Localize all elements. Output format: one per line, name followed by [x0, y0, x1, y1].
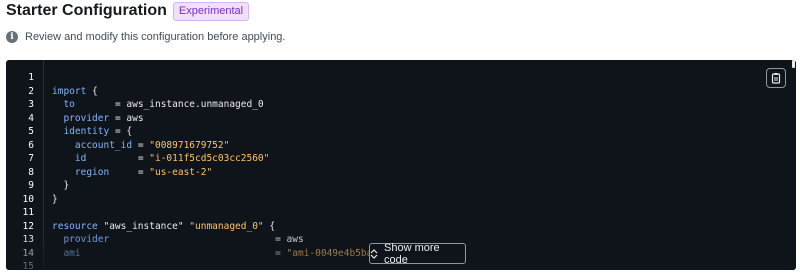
code-token: import	[52, 85, 87, 97]
code-token: {	[86, 85, 98, 97]
code-token: ami	[63, 247, 81, 259]
code-token: provider	[63, 112, 110, 124]
code-token: = aws	[109, 112, 144, 124]
line-number: 10	[22, 193, 34, 205]
code-text: }	[52, 180, 69, 191]
line-number: 11	[22, 207, 34, 219]
code-line: 5 identity = {	[6, 125, 796, 139]
code-text: }	[52, 194, 58, 205]
copy-icon	[771, 73, 781, 84]
code-line: 10}	[6, 193, 796, 207]
line-number: 15	[22, 261, 34, 270]
code-token: =	[80, 247, 287, 259]
line-number: 6	[28, 139, 34, 151]
line-number: 1	[28, 72, 34, 84]
show-more-code-button[interactable]: Show more code	[369, 241, 466, 266]
code-line: 9 }	[6, 179, 796, 193]
line-number: 14	[22, 247, 34, 259]
code-block[interactable]: 1 2 import {3 to = aws_instance.unmanaged_…	[6, 60, 796, 270]
info-message: i Review and modify this configuration b…	[6, 29, 285, 45]
code-text: ami = "ami-0049e4b5ba14b6d3e"	[52, 248, 418, 259]
code-lines: 1 2 import {3 to = aws_instance.unmanaged_…	[6, 71, 796, 270]
code-line: 6 account_id = "008971679752"	[6, 139, 796, 153]
code-token: id	[74, 153, 87, 165]
code-text: id = "i-011f5cd5c03cc2560"	[52, 153, 269, 164]
line-number: 5	[28, 126, 34, 138]
code-token: "us-east-2"	[149, 166, 213, 178]
info-icon: i	[6, 31, 18, 43]
page-title: Starter Configuration	[6, 2, 167, 19]
scrollbar-thumb[interactable]	[792, 60, 795, 68]
code-token: region	[74, 166, 110, 178]
code-line: 12 resource "aws_instance" "unmanaged_0" …	[6, 220, 796, 234]
expand-vertical-icon	[370, 248, 378, 259]
code-token: "aws_instance"	[97, 220, 190, 232]
code-line: 2 import {	[6, 85, 796, 99]
code-token: = {	[109, 126, 133, 138]
code-line: 7 id = "i-011f5cd5c03cc2560"	[6, 152, 796, 166]
code-token: "008971679752"	[149, 139, 230, 151]
experimental-badge: Experimental	[172, 1, 250, 21]
code-token: "i-011f5cd5c03cc2560"	[149, 153, 270, 165]
line-number: 12	[22, 220, 34, 232]
line-number: 13	[22, 234, 34, 246]
line-number: 3	[28, 99, 34, 111]
code-line: 1	[6, 71, 796, 85]
code-token: provider	[63, 234, 110, 246]
code-line: 4 provider = aws	[6, 112, 796, 126]
code-text: provider = aws	[52, 112, 144, 124]
code-text: region = "us-east-2"	[52, 167, 212, 178]
code-text: account_id = "008971679752"	[52, 140, 229, 151]
code-token: }	[52, 193, 58, 205]
line-number: 7	[28, 153, 34, 165]
code-token: "unmanaged_0"	[189, 220, 264, 232]
code-line: 11	[6, 206, 796, 220]
show-more-label: Show more code	[384, 241, 440, 266]
code-text: import {	[52, 86, 98, 97]
code-line: 8 region = "us-east-2"	[6, 166, 796, 180]
code-text: to = aws_instance.unmanaged_0	[52, 99, 264, 111]
info-text: Review and modify this configuration bef…	[25, 31, 286, 43]
line-number: 9	[28, 180, 34, 192]
code-token: to	[63, 99, 75, 111]
page-header: Starter Configuration Experimental	[6, 0, 250, 22]
line-number: 8	[28, 166, 34, 178]
code-line: 3 to = aws_instance.unmanaged_0	[6, 98, 796, 112]
line-number: 4	[28, 112, 34, 124]
code-token: resource	[52, 220, 98, 232]
code-text: resource "aws_instance" "unmanaged_0" {	[52, 221, 275, 232]
code-token: =	[86, 153, 150, 165]
code-token: =	[132, 139, 150, 151]
copy-code-button[interactable]	[766, 68, 786, 88]
code-token: =	[109, 166, 150, 178]
code-token: = aws	[109, 234, 304, 246]
code-token: {	[263, 220, 276, 232]
code-text: provider = aws	[52, 234, 304, 246]
code-token: = aws_instance.unmanaged_0	[74, 99, 264, 111]
code-text: identity = {	[52, 126, 132, 137]
code-token: account_id	[74, 139, 133, 151]
line-number: 2	[28, 85, 34, 97]
code-token: }	[52, 180, 70, 192]
code-token: identity	[63, 126, 110, 138]
